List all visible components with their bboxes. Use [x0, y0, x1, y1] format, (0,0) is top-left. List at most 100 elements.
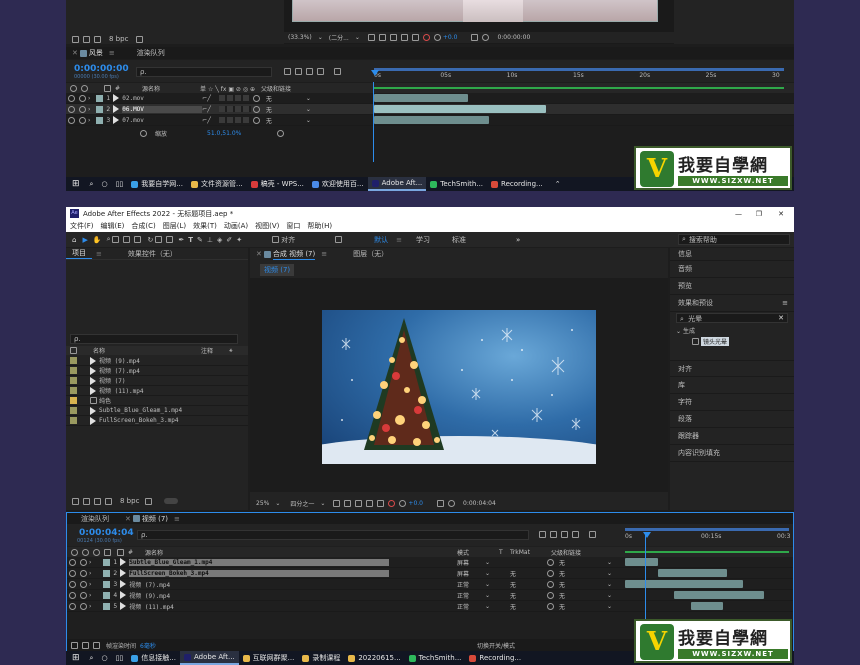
selection-tool-icon[interactable]: ▶ — [82, 236, 87, 244]
layer-row[interactable]: › 4 视频 (9).mp4 正常 ⌄ 无 无 ⌄ — [67, 590, 793, 601]
project-item[interactable]: 视频 (11).mp4 — [66, 386, 248, 396]
flowchart-icon[interactable]: ⚹ — [229, 347, 233, 355]
panel-info[interactable]: 信息 — [670, 248, 794, 261]
show-snapshot-icon[interactable] — [482, 34, 490, 41]
layer-duration-bar[interactable] — [625, 558, 658, 566]
layer-duration-bar[interactable] — [625, 580, 744, 588]
expand-chevron-icon[interactable]: › — [88, 117, 90, 124]
trash-icon[interactable] — [136, 35, 144, 43]
tab-render-queue[interactable]: 渲染队列 — [137, 48, 165, 58]
motion-blur-icon[interactable] — [572, 531, 579, 538]
clear-search-icon[interactable]: ✕ — [778, 314, 784, 322]
col-name[interactable]: 名称 — [93, 346, 105, 355]
audio-icon[interactable] — [80, 558, 87, 566]
mask-icon[interactable] — [389, 34, 397, 41]
workspace-learn[interactable]: 学习 — [416, 235, 430, 245]
new-comp-icon[interactable] — [94, 497, 101, 505]
pickwhip-icon[interactable] — [547, 558, 554, 566]
mode-dropdown-icon[interactable]: ⌄ — [485, 603, 490, 610]
col-note[interactable]: 注释 — [201, 346, 213, 355]
minimize-icon[interactable]: — — [735, 210, 742, 218]
channel-icon[interactable] — [411, 34, 419, 41]
puppet-tool-icon[interactable]: ✦ — [236, 236, 242, 244]
render-icon[interactable] — [71, 641, 78, 649]
folder-icon[interactable] — [72, 35, 79, 43]
comp-mini-icon[interactable] — [539, 531, 546, 538]
cortana-icon[interactable]: ○ — [101, 180, 107, 188]
label-color[interactable] — [103, 580, 111, 588]
parent-dropdown-icon[interactable]: ⌄ — [607, 581, 612, 588]
taskbar-app[interactable]: Adobe Aft... — [179, 651, 239, 665]
tray-chevron-icon[interactable]: ⌃ — [555, 180, 561, 188]
eye-icon[interactable] — [69, 580, 76, 588]
clone-tool-icon[interactable]: ⊥ — [207, 236, 213, 244]
layer-duration-bar[interactable] — [374, 94, 469, 102]
link-icon[interactable] — [277, 129, 285, 137]
toggle-switches-modes[interactable]: 切换开关/模式 — [477, 641, 515, 650]
pickwhip-icon[interactable] — [547, 569, 554, 577]
expand-chevron-icon[interactable]: › — [89, 570, 91, 577]
parent-select[interactable]: 无 — [559, 569, 565, 578]
graph-editor-icon[interactable] — [334, 68, 341, 75]
trkmat-select[interactable]: 无 — [510, 580, 516, 589]
audio-icon[interactable] — [79, 105, 86, 113]
panel-preview[interactable]: 预览 — [670, 278, 794, 295]
menu-item-7[interactable]: 窗口 — [286, 221, 300, 231]
project-search-input[interactable]: ρ. — [70, 334, 238, 344]
panel-audio[interactable]: 音频 — [670, 261, 794, 278]
tab-effect-controls[interactable]: 效果控件（无） — [122, 249, 183, 259]
expand-chevron-icon[interactable]: › — [89, 559, 91, 566]
panel-library[interactable]: 库 — [670, 377, 794, 394]
label-color[interactable] — [70, 417, 77, 424]
panel-align[interactable]: 对齐 — [670, 360, 794, 377]
pan-tool-icon[interactable] — [123, 236, 131, 243]
viewer-timecode[interactable]: 0:00:00:00 — [497, 34, 530, 41]
tab-comp[interactable]: 风景 — [89, 48, 103, 58]
expand-modes-icon[interactable] — [93, 641, 100, 649]
panel-paragraph[interactable]: 段落 — [670, 411, 794, 428]
label-color[interactable] — [96, 105, 104, 113]
mode-select[interactable]: 正常 — [457, 602, 469, 611]
audio-icon[interactable] — [82, 548, 89, 556]
label-color[interactable] — [103, 591, 111, 599]
panel-character[interactable]: 字符 — [670, 394, 794, 411]
label-color[interactable] — [70, 357, 77, 364]
eye-icon[interactable] — [69, 602, 76, 610]
layer-name[interactable]: 视频 (7).mp4 — [129, 580, 389, 589]
mask-icon[interactable] — [355, 500, 363, 507]
switch-boxes[interactable] — [218, 95, 251, 101]
trkmat-select[interactable]: 无 — [510, 591, 516, 600]
effects-group[interactable]: ⌄ 生成 — [676, 326, 794, 335]
comp-icon[interactable] — [83, 35, 90, 43]
exposure-value[interactable]: +0.0 — [408, 500, 423, 507]
thumbnail-scroll[interactable] — [164, 498, 179, 504]
maximize-icon[interactable]: ❐ — [756, 210, 762, 218]
layer-name[interactable]: 02.mov — [122, 95, 202, 102]
parent-dropdown-icon[interactable]: ⌄ — [306, 106, 311, 113]
trash-icon[interactable] — [145, 497, 153, 505]
search-icon[interactable]: ⌕ — [90, 180, 94, 189]
playhead-icon[interactable] — [371, 70, 379, 76]
label-color[interactable] — [70, 407, 77, 414]
menu-item-4[interactable]: 效果(T) — [193, 221, 217, 231]
layer-name[interactable]: 06.MOV — [122, 105, 203, 113]
trkmat-select[interactable]: 无 — [510, 569, 516, 578]
parent-select[interactable]: 无 — [559, 602, 565, 611]
timecode[interactable]: 0:00:04:04 — [79, 528, 134, 538]
label-color[interactable] — [70, 397, 77, 404]
audio-icon[interactable] — [79, 94, 86, 102]
grid-icon[interactable] — [366, 500, 374, 507]
project-item[interactable]: 视频 (9).mp4 — [66, 356, 248, 366]
col-mode[interactable]: 模式 — [457, 548, 469, 557]
eye-icon[interactable] — [69, 558, 76, 566]
expand-chevron-icon[interactable]: › — [89, 603, 91, 610]
audio-icon[interactable] — [80, 591, 87, 599]
mode-select[interactable]: 正常 — [457, 591, 469, 600]
viewer-timecode[interactable]: 0:00:04:04 — [463, 500, 496, 507]
channel-icon[interactable] — [377, 500, 385, 507]
taskbar-app[interactable]: 欢迎使用百... — [308, 177, 368, 191]
grid-icon[interactable] — [400, 34, 408, 41]
work-area-bar[interactable] — [374, 68, 784, 71]
close-icon[interactable]: ✕ — [778, 210, 784, 218]
layer-row[interactable]: › 1 Subtle_Blue_Gleam_1.mp4 屏幕 ⌄ 无 ⌄ — [67, 557, 793, 568]
